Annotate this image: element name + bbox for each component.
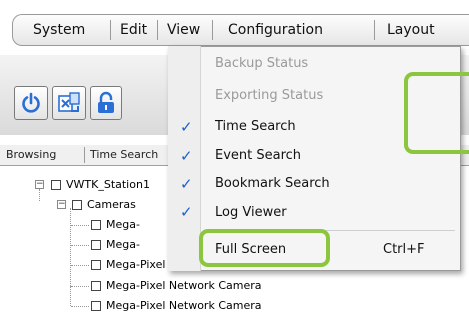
station-label[interactable]: VWTK_Station1 [66,178,150,191]
menu-bar: System Edit View Configuration Layout [12,14,469,46]
check-icon: ✓ [180,203,193,221]
tab-time-search[interactable]: Time Search [90,148,158,161]
menu-item-event-search[interactable]: Event Search [215,148,301,163]
menu-system[interactable]: System [33,22,85,38]
menu-item-bookmark-search[interactable]: Bookmark Search [215,176,330,191]
lock-button[interactable] [90,86,122,120]
full-screen-highlight [199,229,330,267]
camera-checkbox[interactable] [91,301,101,311]
camera-label[interactable]: Mega-Pixel Network Camera [106,299,261,312]
camera-label[interactable]: Mega- [106,218,140,231]
station-expander[interactable]: − [35,180,44,189]
menu-layout[interactable]: Layout [387,22,435,38]
tree-line [71,245,89,246]
menu-divider [212,20,213,40]
camera-checkbox[interactable] [91,281,101,291]
tree-line [71,265,89,266]
tab-divider [84,147,85,163]
tree-line [70,208,71,286]
camera-label[interactable]: Mega- [106,238,140,251]
menu-item-backup-status: Backup Status [215,56,309,71]
export-icon [58,92,80,112]
station-checkbox[interactable] [51,180,61,190]
camera-checkbox[interactable] [91,220,101,230]
cameras-expander[interactable]: − [57,200,66,209]
menu-divider [157,20,158,40]
camera-checkbox[interactable] [91,240,101,250]
menu-configuration[interactable]: Configuration [228,22,323,38]
tree-line [71,225,89,226]
check-icon: ✓ [180,175,193,193]
tree-line [71,286,89,287]
check-icon: ✓ [180,118,193,136]
menu-divider [374,20,375,40]
fullscreen-button-highlight [404,72,469,154]
tree-line [70,286,71,306]
menu-edit[interactable]: Edit [120,22,147,38]
menu-divider [110,20,111,40]
power-button[interactable] [14,86,48,120]
tab-browsing[interactable]: Browsing [6,148,56,161]
tree-line [39,189,40,201]
menu-view[interactable]: View [167,22,200,38]
export-button[interactable] [52,86,86,120]
lock-icon [98,91,114,113]
check-icon: ✓ [180,147,193,165]
cameras-label[interactable]: Cameras [87,198,136,211]
camera-checkbox[interactable] [91,260,101,270]
full-screen-shortcut: Ctrl+F [383,242,425,257]
menu-item-exporting-status: Exporting Status [215,88,324,103]
cameras-checkbox[interactable] [72,200,82,210]
menu-item-time-search[interactable]: Time Search [215,119,296,134]
power-icon [22,92,40,113]
camera-label[interactable]: Mega-Pixel Network Camera [106,279,261,292]
menu-item-log-viewer[interactable]: Log Viewer [215,205,287,220]
tree-line [71,306,89,307]
